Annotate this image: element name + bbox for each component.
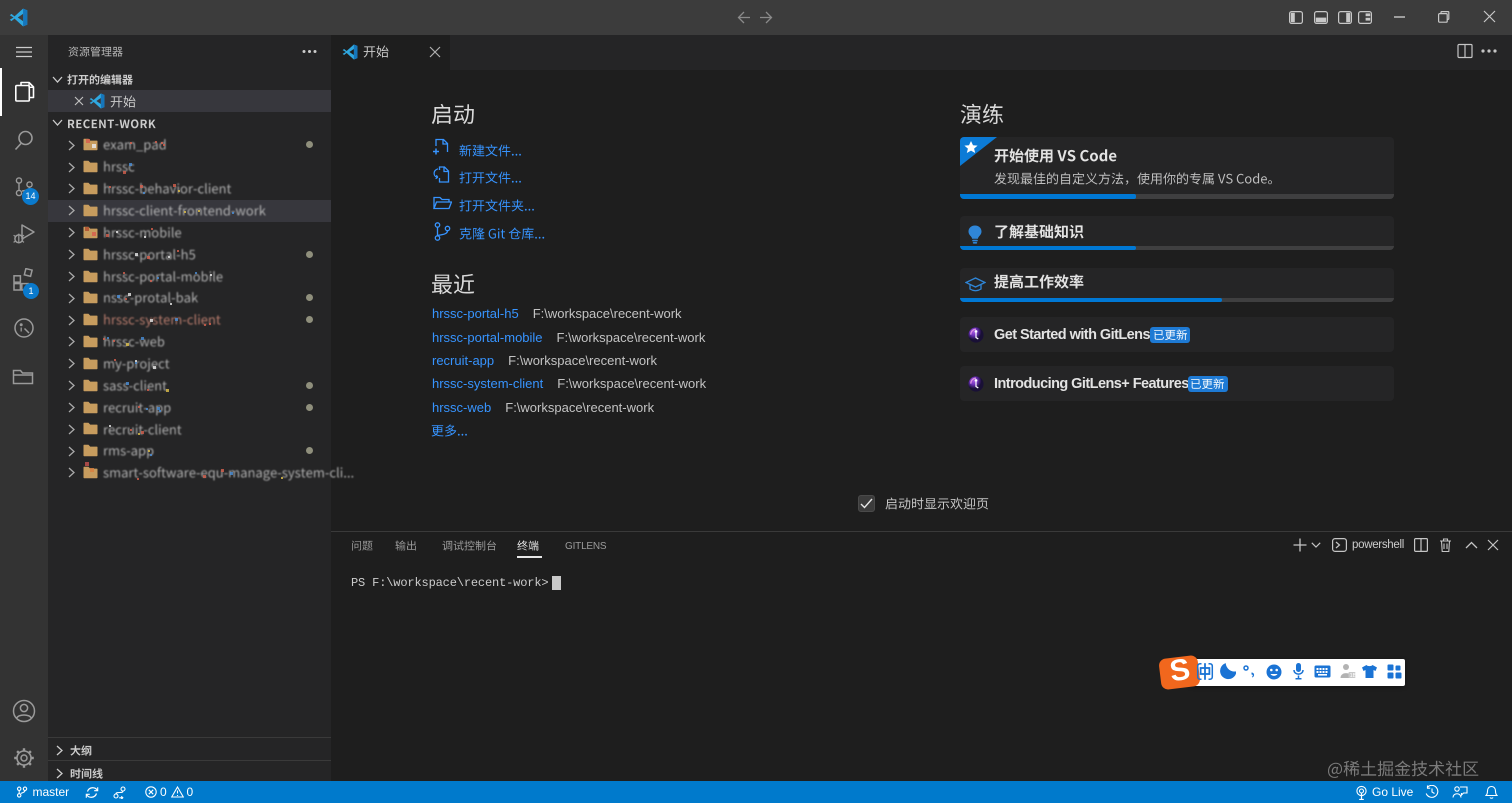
svg-text:1B: 1B	[1350, 673, 1356, 679]
